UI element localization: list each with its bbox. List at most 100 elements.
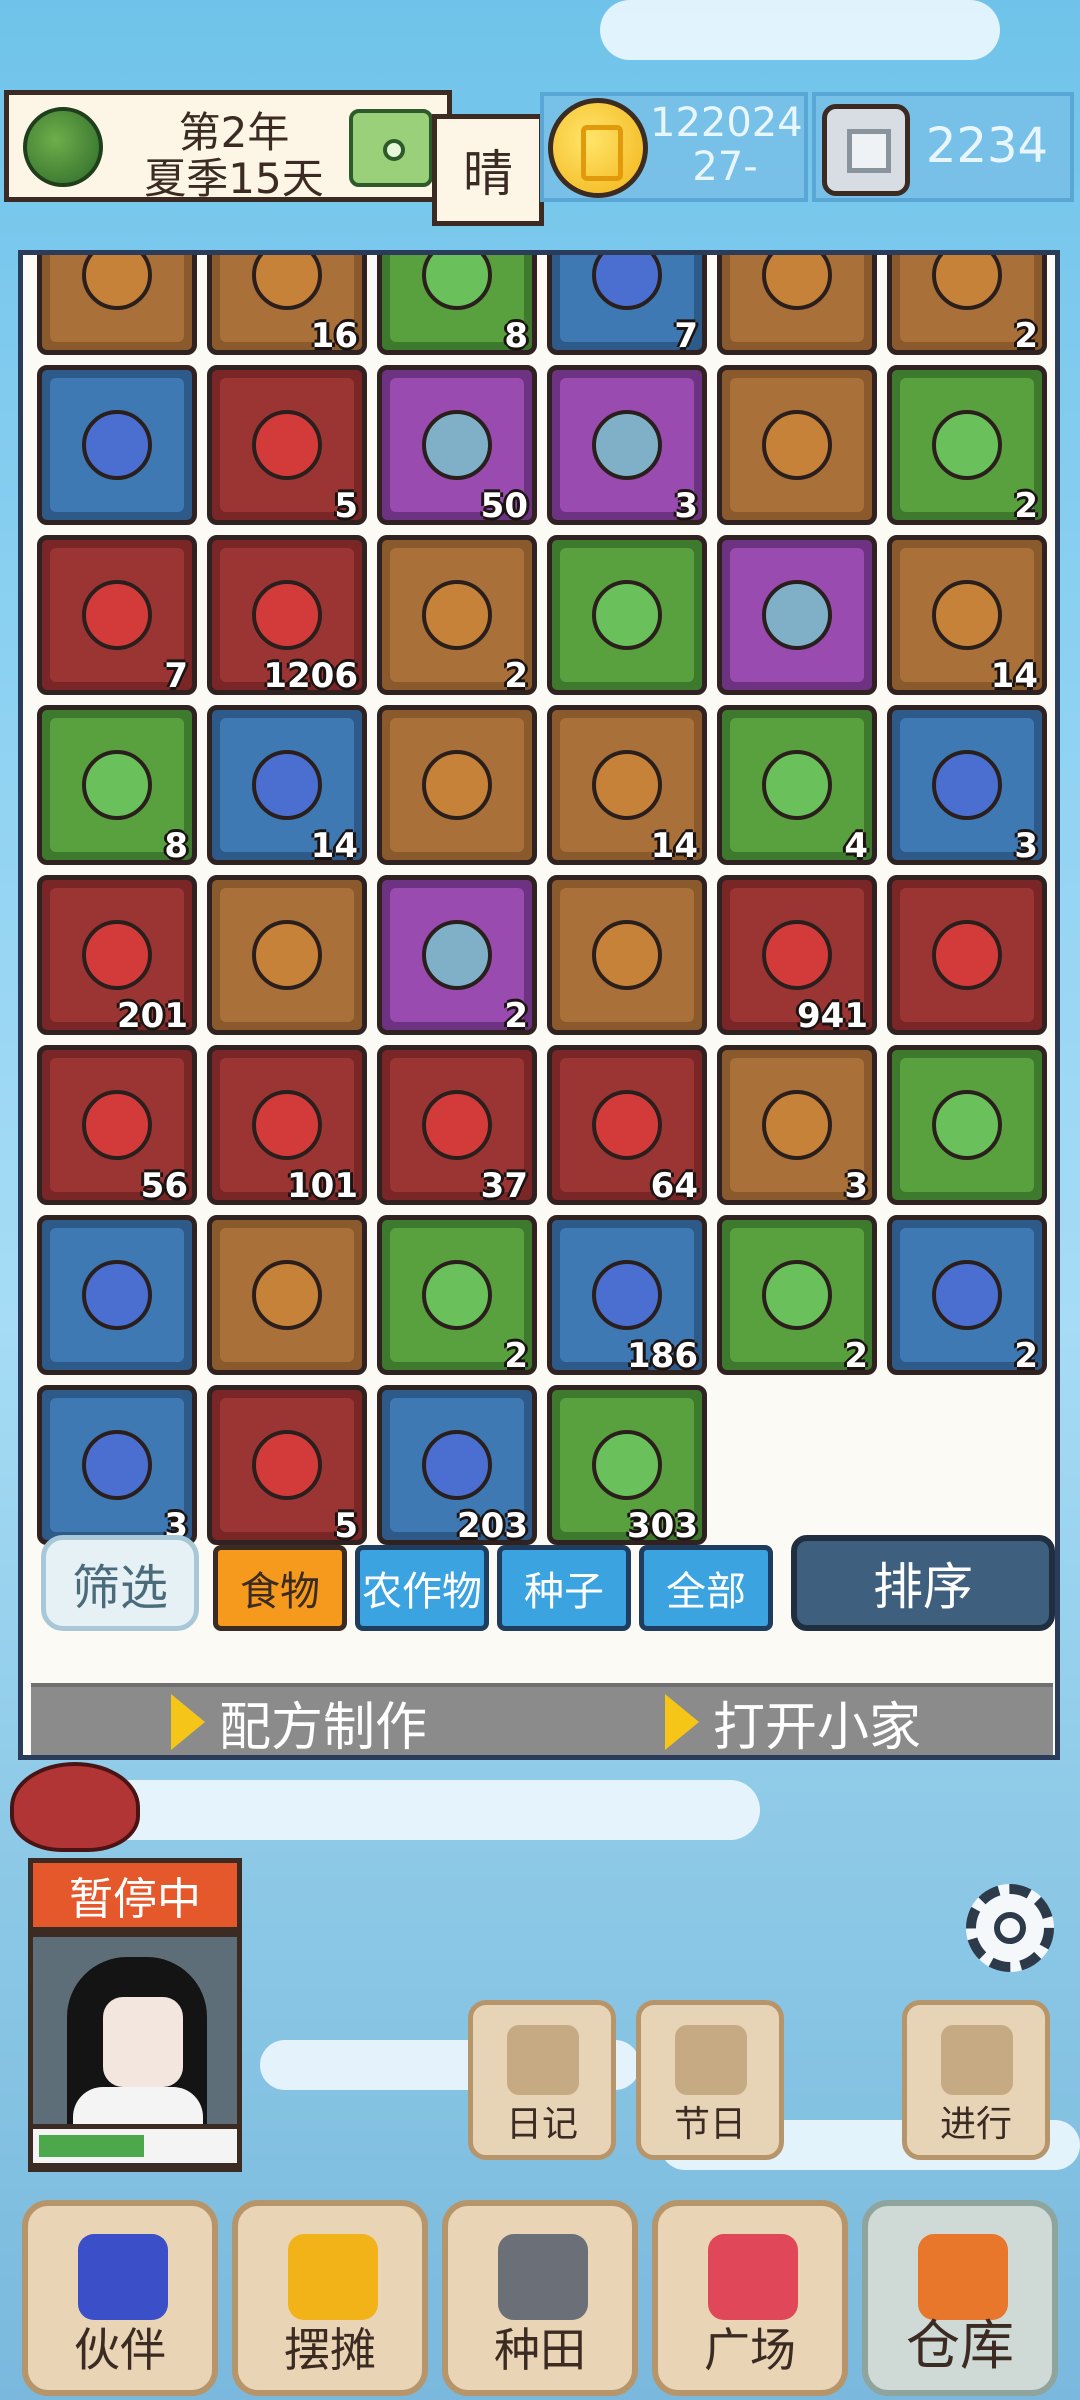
diary-button[interactable]: 日记 [468, 2000, 616, 2160]
nav-farming[interactable]: 种田 [442, 2200, 638, 2396]
inventory-slot[interactable]: 1206 [207, 535, 367, 696]
calendar-icon[interactable] [349, 109, 433, 187]
nav-farming-label: 种田 [494, 2323, 586, 2377]
inventory-slot[interactable] [717, 255, 877, 355]
inventory-slot[interactable]: 2 [377, 1215, 537, 1376]
inventory-slot[interactable]: 186 [547, 1215, 707, 1376]
inventory-slot[interactable]: 50 [377, 365, 537, 526]
inventory-slot[interactable] [717, 535, 877, 695]
tab-seeds[interactable]: 种子 [497, 1545, 631, 1631]
inventory-slot[interactable] [717, 365, 877, 525]
inventory-slot[interactable]: 5 [207, 365, 367, 526]
inventory-slot[interactable]: 2 [377, 535, 537, 696]
inventory-slot[interactable]: 7 [547, 255, 707, 356]
inventory-slot[interactable]: 303 [547, 1385, 707, 1546]
nav-warehouse[interactable]: 仓库 [862, 2200, 1058, 2396]
item-icon [422, 580, 492, 650]
inventory-slot[interactable]: 7 [37, 535, 197, 696]
sort-button[interactable]: 排序 [791, 1535, 1055, 1631]
gear-icon[interactable] [966, 1884, 1054, 1972]
inventory-slot[interactable]: 37 [377, 1045, 537, 1206]
inventory-slot[interactable] [207, 1215, 367, 1375]
item-icon [252, 410, 322, 480]
proceed-label: 进行 [939, 2104, 1012, 2145]
inventory-slot[interactable]: 5 [207, 1385, 367, 1546]
item-icon [932, 580, 1002, 650]
nav-plaza[interactable]: 广场 [652, 2200, 848, 2396]
inventory-slot[interactable]: 8 [37, 705, 197, 866]
recipe-button[interactable]: 配方制作 [171, 1687, 427, 1755]
inventory-slot[interactable] [547, 875, 707, 1035]
inventory-slot[interactable]: 2 [887, 255, 1047, 356]
inventory-slot[interactable]: 3 [717, 1045, 877, 1206]
date-panel[interactable]: 第2年 夏季15天 [4, 90, 452, 203]
inventory-slot[interactable]: 2 [887, 365, 1047, 526]
inventory-slot[interactable]: 14 [547, 705, 707, 866]
inventory-slot[interactable] [207, 875, 367, 1035]
open-home-label: 打开小家 [713, 1697, 922, 1758]
paused-badge: 暂停中 [28, 1858, 242, 1932]
item-icon [762, 750, 832, 820]
item-icon [252, 1260, 322, 1330]
item-quantity: 50 [480, 486, 528, 526]
item-quantity: 14 [990, 656, 1038, 696]
nav-stall[interactable]: 摆摊 [232, 2200, 428, 2396]
item-icon [592, 410, 662, 480]
inventory-slot[interactable] [37, 1215, 197, 1375]
inventory-slot[interactable] [887, 875, 1047, 1035]
tab-crops[interactable]: 农作物 [355, 1545, 489, 1631]
inventory-slot[interactable]: 941 [717, 875, 877, 1036]
filter-button[interactable]: 筛选 [41, 1535, 199, 1631]
inventory-slot[interactable]: 3 [887, 705, 1047, 866]
inventory-slot[interactable]: 2 [887, 1215, 1047, 1376]
inventory-slot[interactable] [37, 255, 197, 355]
coin-amount-line1: 122024 [650, 100, 803, 146]
inventory-slot[interactable]: 2 [717, 1215, 877, 1376]
plaza-icon [708, 2234, 798, 2320]
inventory-slot[interactable]: 14 [207, 705, 367, 866]
inventory-slot[interactable]: 4 [717, 705, 877, 866]
item-icon [252, 750, 322, 820]
item-quantity: 2 [1014, 486, 1038, 526]
inventory-slot[interactable]: 14 [887, 535, 1047, 696]
partner-icon [78, 2234, 168, 2320]
gem-amount: 2234 [925, 118, 1049, 174]
item-quantity: 56 [140, 1166, 188, 1206]
item-icon [422, 1260, 492, 1330]
tab-food[interactable]: 食物 [213, 1545, 347, 1631]
open-home-button[interactable]: 打开小家 [665, 1687, 922, 1758]
item-icon [82, 1430, 152, 1500]
inventory-slot[interactable]: 101 [207, 1045, 367, 1206]
proceed-button[interactable]: 进行 [902, 2000, 1050, 2160]
item-quantity: 2 [504, 996, 528, 1036]
inventory-slot[interactable]: 3 [547, 365, 707, 526]
item-quantity: 7 [164, 656, 188, 696]
item-quantity: 2 [1014, 1336, 1038, 1376]
inventory-slot[interactable] [547, 535, 707, 695]
item-icon [592, 750, 662, 820]
item-icon [422, 750, 492, 820]
inventory-slot[interactable] [377, 705, 537, 865]
inventory-slot[interactable]: 3 [37, 1385, 197, 1546]
tab-all[interactable]: 全部 [639, 1545, 773, 1631]
watermelon-icon [23, 107, 103, 187]
stall-icon [288, 2234, 378, 2320]
item-quantity: 2 [1014, 316, 1038, 356]
inventory-slot[interactable]: 2 [377, 875, 537, 1036]
inventory-slot[interactable]: 203 [377, 1385, 537, 1546]
nav-plaza-label: 广场 [704, 2323, 796, 2377]
inventory-slot[interactable]: 8 [377, 255, 537, 356]
inventory-slot[interactable]: 201 [37, 875, 197, 1036]
inventory-slot[interactable]: 16 [207, 255, 367, 356]
item-quantity: 37 [480, 1166, 528, 1206]
item-quantity: 14 [650, 826, 698, 866]
festival-button[interactable]: 节日 [636, 2000, 784, 2160]
inventory-slot[interactable]: 56 [37, 1045, 197, 1206]
item-quantity: 8 [504, 316, 528, 356]
inventory-slot[interactable] [887, 1045, 1047, 1205]
item-icon [82, 1090, 152, 1160]
inventory-slot[interactable]: 64 [547, 1045, 707, 1206]
inventory-panel: 16 8 7 2 5 50 3 2 7 1206 2 14 8 14 14 4 3 201 2 941 56 101 37 6… [18, 250, 1060, 1760]
nav-partner[interactable]: 伙伴 [22, 2200, 218, 2396]
inventory-slot[interactable] [37, 365, 197, 525]
